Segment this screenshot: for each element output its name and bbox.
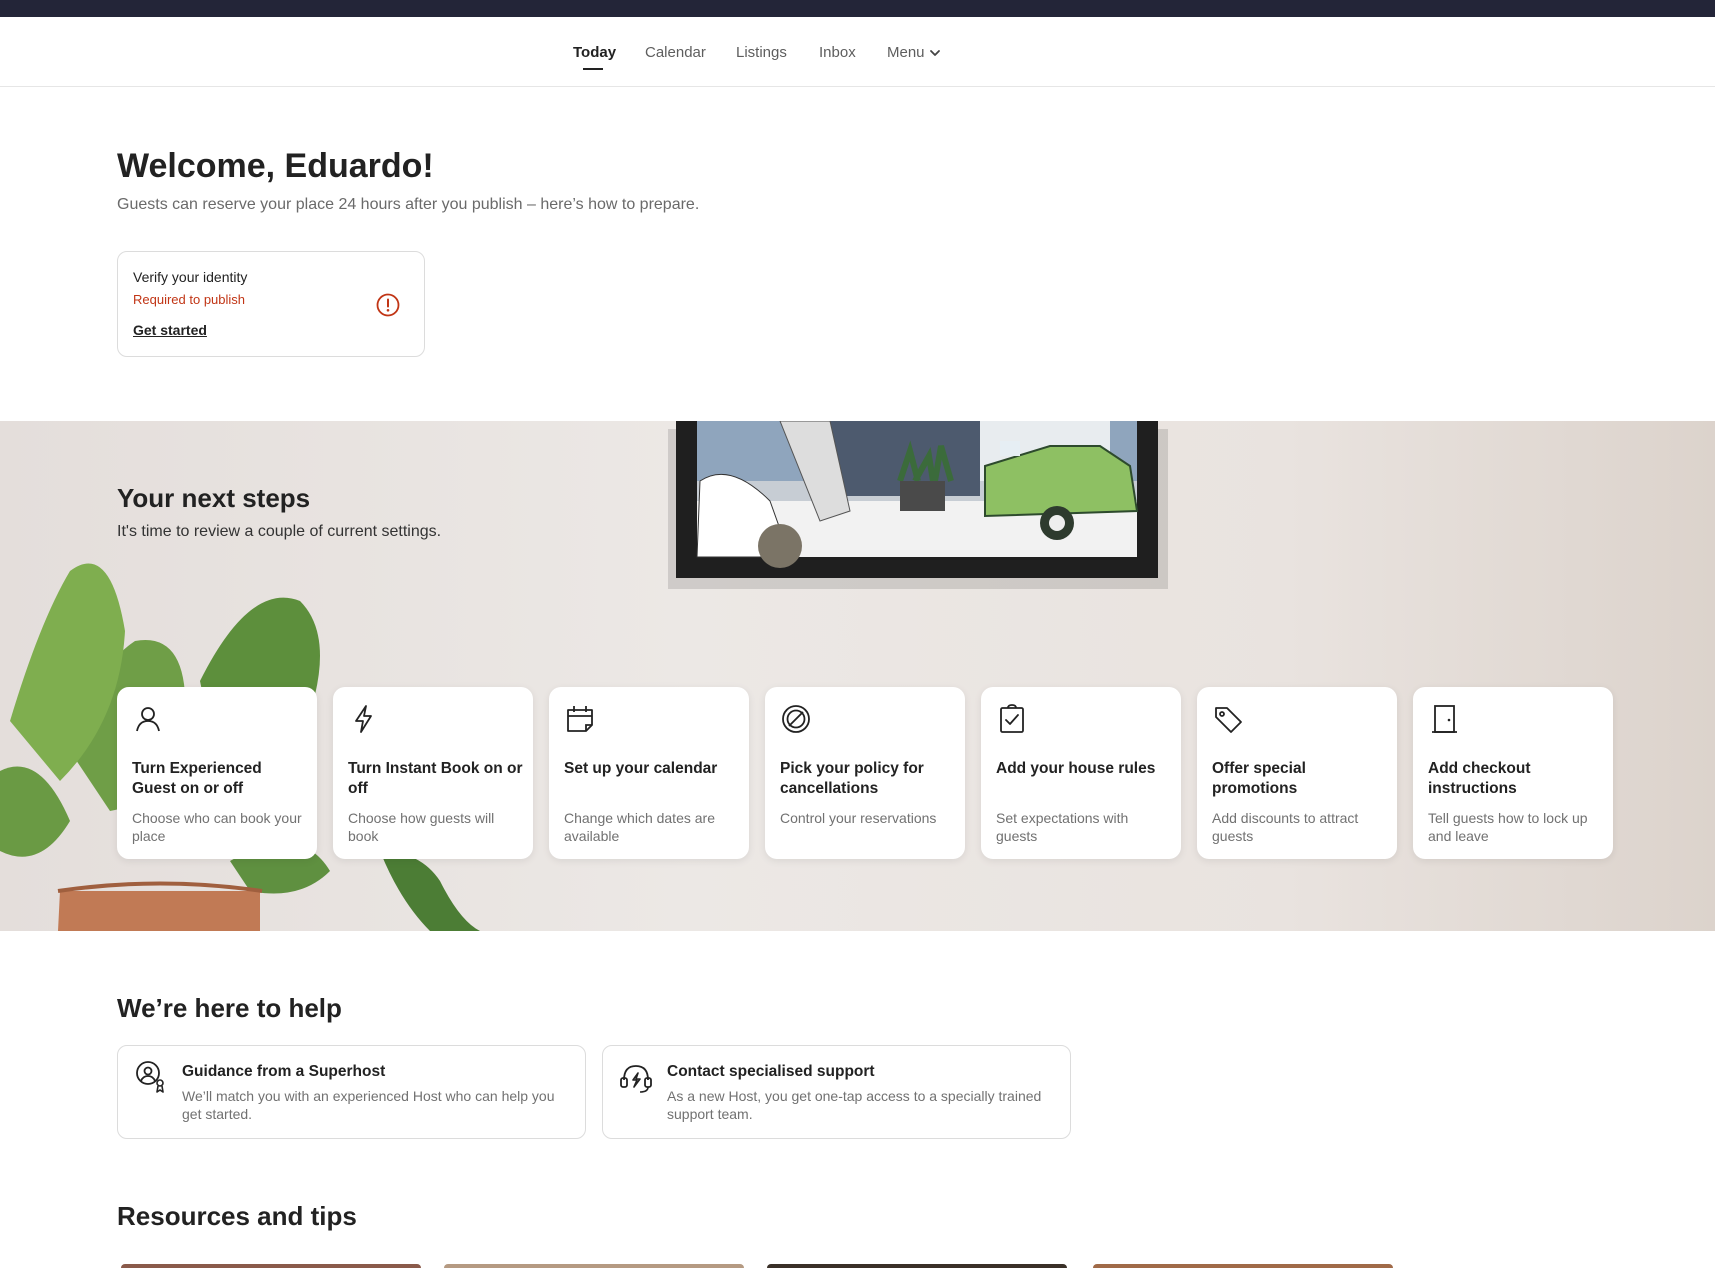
framed-picture (668, 421, 1168, 589)
browser-top-bar (0, 0, 1715, 17)
specialised-support-card[interactable]: Contact specialised support As a new Hos… (602, 1045, 1071, 1139)
tag-icon (1215, 707, 1242, 733)
step-title: Add checkout instructions (1428, 760, 1531, 797)
step-title: Set up your calendar (564, 760, 718, 777)
nav-menu-label: Menu (887, 44, 925, 61)
resource-thumbnail[interactable] (767, 1264, 1067, 1268)
verify-identity-card[interactable]: Verify your identity Required to publish… (117, 251, 425, 357)
step-card-house-rules[interactable]: Add your house rules Set expectations wi… (981, 687, 1181, 859)
step-title: Offer special promotions (1212, 760, 1306, 797)
nav-inbox[interactable]: Inbox (819, 44, 856, 61)
step-card-calendar[interactable]: Set up your calendar Change which dates … (549, 687, 749, 859)
alert-circle-icon (376, 293, 400, 317)
support-headset-icon (620, 1065, 652, 1093)
help-title: We’re here to help (117, 993, 342, 1023)
welcome-title: Welcome, Eduardo! (117, 147, 434, 185)
step-desc: Tell guests how to lock up and leave (1428, 810, 1588, 844)
step-desc: Choose how guests will book (348, 810, 495, 844)
get-started-link[interactable]: Get started (133, 322, 207, 338)
help-card-title: Guidance from a Superhost (182, 1063, 386, 1080)
step-title: Add your house rules (996, 760, 1156, 777)
clipboard-check-icon (1000, 704, 1024, 733)
step-title: Pick your policy for cancellations (780, 760, 924, 797)
step-desc: Add discounts to attract guests (1212, 810, 1359, 844)
step-desc: Choose who can book your place (132, 810, 302, 844)
help-card-desc: As a new Host, you get one-tap access to… (667, 1088, 1042, 1122)
step-title: Turn Experienced Guest on or off (132, 760, 262, 797)
step-title: Turn Instant Book on or off (348, 760, 523, 797)
no-symbol-icon (782, 705, 810, 733)
next-steps-subtitle: It's time to review a couple of current … (117, 523, 442, 540)
superhost-guidance-card[interactable]: Guidance from a Superhost We’ll match yo… (117, 1045, 586, 1139)
chevron-down-icon (929, 50, 940, 56)
step-card-cancellations[interactable]: Pick your policy for cancellations Contr… (765, 687, 965, 859)
help-card-desc: We’ll match you with an experienced Host… (182, 1088, 555, 1122)
step-desc: Set expectations with guests (996, 810, 1129, 844)
nav-menu[interactable]: Menu (887, 44, 941, 61)
door-icon (1432, 705, 1457, 733)
step-desc: Control your reservations (780, 810, 937, 826)
verify-title: Verify your identity (133, 269, 248, 285)
next-steps-title: Your next steps (117, 483, 311, 513)
calendar-icon (567, 706, 593, 732)
lightning-icon (355, 705, 372, 733)
step-card-experienced-guest[interactable]: Turn Experienced Guest on or off Choose … (117, 687, 317, 859)
top-navigation: Today Calendar Listings Inbox Menu (0, 17, 1715, 87)
help-card-title: Contact specialised support (667, 1063, 875, 1080)
person-icon (136, 707, 160, 732)
step-desc: Change which dates are available (564, 810, 715, 844)
resource-thumbnail[interactable] (444, 1264, 744, 1268)
step-card-instant-book[interactable]: Turn Instant Book on or off Choose how g… (333, 687, 533, 859)
next-steps-section: Your next steps It's time to review a co… (0, 421, 1715, 931)
nav-listings[interactable]: Listings (736, 44, 787, 61)
superhost-guidance-icon (136, 1061, 164, 1093)
step-card-checkout[interactable]: Add checkout instructions Tell guests ho… (1413, 687, 1613, 859)
resources-title: Resources and tips (117, 1201, 357, 1231)
nav-calendar[interactable]: Calendar (645, 44, 706, 61)
verify-status: Required to publish (133, 292, 246, 307)
resource-thumbnail[interactable] (1093, 1264, 1393, 1268)
step-card-promotions[interactable]: Offer special promotions Add discounts t… (1197, 687, 1397, 859)
nav-today[interactable]: Today (573, 44, 616, 61)
resource-thumbnail[interactable] (121, 1264, 421, 1268)
nav-active-indicator (583, 68, 603, 70)
welcome-subtitle: Guests can reserve your place 24 hours a… (117, 196, 700, 213)
